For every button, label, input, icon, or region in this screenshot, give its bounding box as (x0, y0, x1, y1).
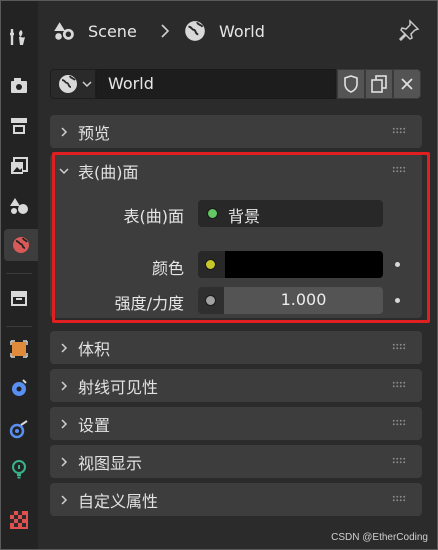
breadcrumb-scene[interactable]: Scene (52, 18, 137, 44)
breadcrumb: Scene World (38, 0, 438, 62)
world-browse-button[interactable] (50, 69, 96, 99)
scene-icon[interactable] (3, 190, 35, 222)
output-icon[interactable] (3, 110, 35, 142)
breadcrumb-scene-label: Scene (88, 21, 137, 41)
chevron-right-icon (50, 456, 78, 468)
fake-user-button[interactable] (337, 69, 365, 99)
unlink-button[interactable] (393, 69, 421, 99)
panel-viewport-display-title: 视图显示 (78, 453, 143, 473)
panel-custom-properties[interactable]: 自定义属性 (50, 483, 422, 516)
panel-settings[interactable]: 设置 (50, 407, 422, 440)
collection-icon[interactable] (3, 282, 35, 314)
watermark: CSDN @EtherCoding (331, 532, 428, 543)
duplicate-icon (370, 74, 388, 94)
chevron-right-icon (50, 380, 78, 392)
panel-preview-title: 预览 (78, 123, 111, 143)
panel-ray-visibility-title: 射线可见性 (78, 377, 159, 397)
properties-tab-strip (0, 0, 38, 550)
chevron-down-icon (82, 80, 92, 88)
drag-handle-icon[interactable] (392, 127, 406, 134)
duplicate-button[interactable] (365, 69, 393, 99)
panel-volume[interactable]: 体积 (50, 331, 422, 364)
world-name-field[interactable]: World (96, 69, 336, 99)
breadcrumb-world[interactable]: World (183, 18, 265, 44)
chevron-right-icon (158, 18, 172, 44)
world-icon[interactable] (4, 229, 38, 261)
chevron-right-icon (50, 418, 78, 430)
chevron-right-icon (50, 494, 78, 506)
drag-handle-icon[interactable] (392, 343, 406, 350)
pin-icon[interactable] (398, 19, 420, 45)
physics-icon[interactable] (3, 453, 35, 485)
drag-handle-icon[interactable] (392, 381, 406, 388)
breadcrumb-world-label: World (219, 21, 265, 41)
shield-icon (342, 74, 360, 94)
panel-custom-properties-title: 自定义属性 (78, 491, 159, 511)
particles-icon[interactable] (3, 413, 35, 445)
panel-viewport-display[interactable]: 视图显示 (50, 445, 422, 478)
chevron-right-icon (50, 342, 78, 354)
highlight-annotation (52, 152, 430, 323)
panel-volume-title: 体积 (78, 339, 111, 359)
scene-icon (52, 19, 76, 43)
close-icon (400, 77, 414, 91)
tool-icon[interactable] (3, 21, 35, 53)
drag-handle-icon[interactable] (392, 495, 406, 502)
panel-preview[interactable]: 预览 (50, 115, 422, 148)
world-icon (57, 73, 79, 95)
chevron-right-icon (50, 126, 78, 138)
panel-ray-visibility[interactable]: 射线可见性 (50, 369, 422, 402)
drag-handle-icon[interactable] (392, 457, 406, 464)
object-icon[interactable] (3, 333, 35, 365)
render-icon[interactable] (3, 70, 35, 102)
modifier-icon[interactable] (3, 372, 35, 404)
world-datablock-selector: World (50, 69, 422, 99)
view-layer-icon[interactable] (3, 150, 35, 182)
texture-icon[interactable] (3, 504, 35, 536)
world-icon (183, 19, 207, 43)
drag-handle-icon[interactable] (392, 419, 406, 426)
panel-settings-title: 设置 (78, 415, 111, 435)
